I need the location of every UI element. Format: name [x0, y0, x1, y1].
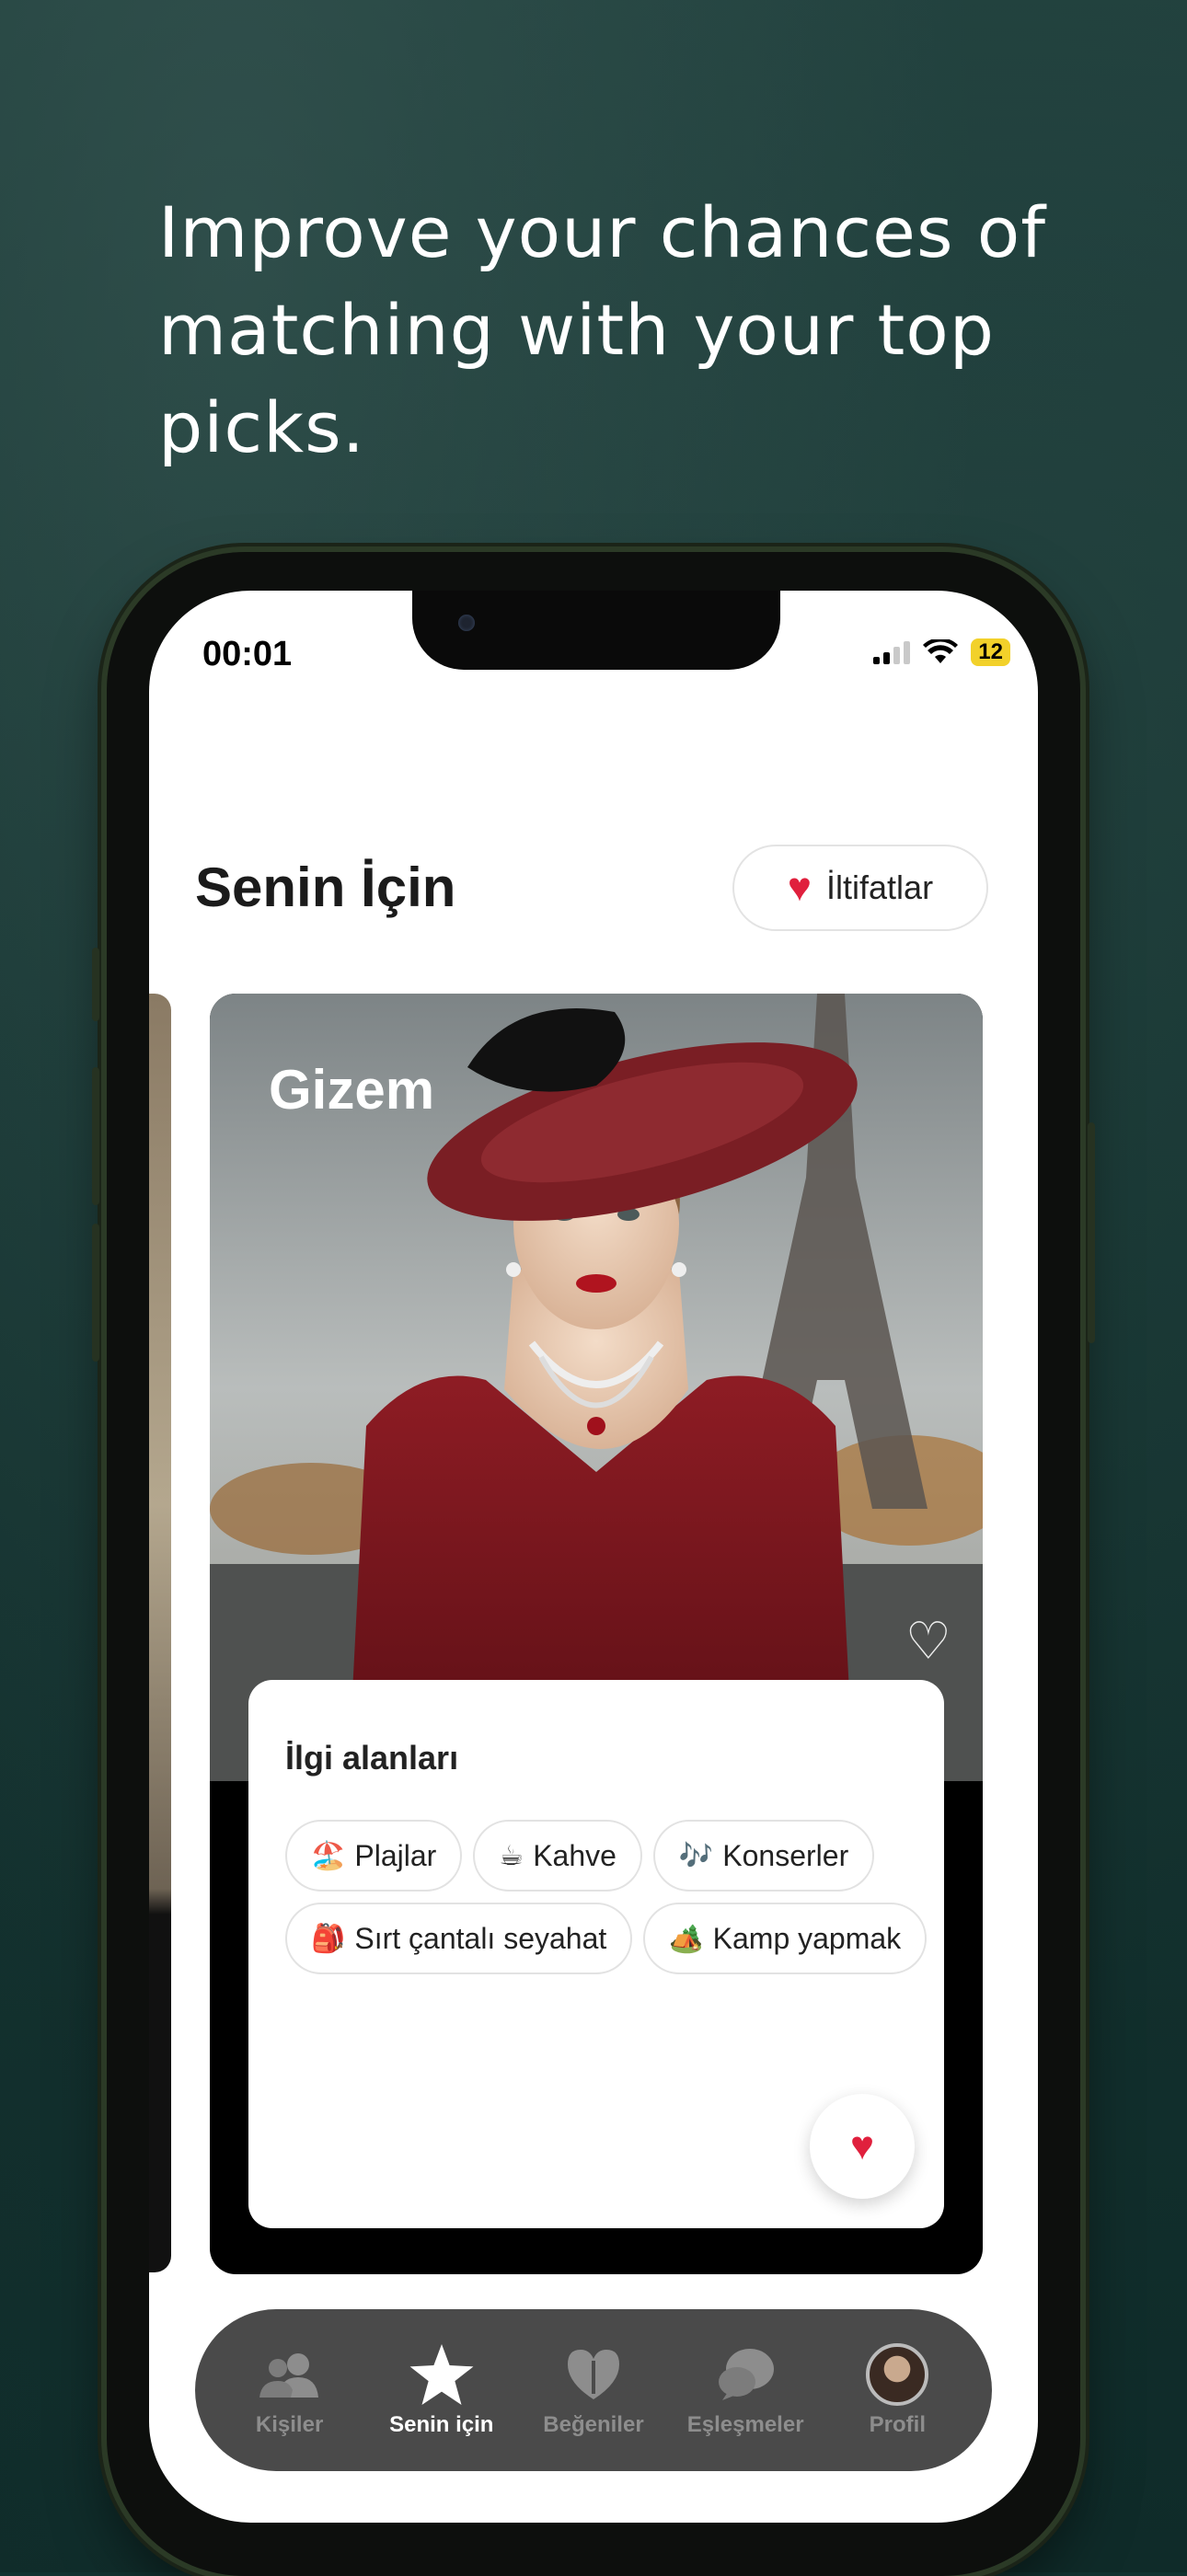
profile-name: Gizem: [269, 1059, 435, 1121]
backpack-icon: 🎒: [311, 1923, 346, 1954]
interests-title: İlgi alanları: [285, 1739, 459, 1777]
tab-for-you[interactable]: Senin için: [373, 2342, 511, 2438]
interests-list: 🏖️ Plajlar ☕ Kahve 🎶 Konserler 🎒 Sırt çantal…: [285, 1820, 929, 1974]
battery-indicator: 12: [971, 638, 1010, 666]
heart-shield-icon: [566, 2342, 621, 2407]
music-notes-icon: 🎶: [678, 1840, 714, 1871]
star-icon: [409, 2342, 474, 2407]
camera: [458, 615, 475, 631]
heart-icon: ♥: [849, 2123, 875, 2168]
tab-label: Beğeniler: [543, 2412, 644, 2437]
interest-label: Konserler: [722, 1838, 849, 1872]
silent-switch: [92, 948, 99, 1021]
interest-label: Kamp yapmak: [712, 1921, 902, 1955]
phone-frame: 00:01 12 Senin İçin ♥ İltifatlar Gizem ♡…: [92, 552, 1095, 2576]
compliments-label: İltifatlar: [826, 868, 934, 906]
interest-chip: 🎒 Sırt çantalı seyahat: [285, 1903, 633, 1974]
profile-card[interactable]: Gizem ♡ İlgi alanları 🏖️ Plajlar ☕ Kahve 🎶…: [210, 994, 983, 2274]
tab-label: Eşleşmeler: [686, 2412, 804, 2437]
chat-bubbles-icon: [715, 2342, 776, 2407]
volume-up-button: [92, 1067, 99, 1205]
interest-chip: 🎶 Konserler: [652, 1820, 875, 1892]
interest-chip: 🏖️ Plajlar: [285, 1820, 463, 1892]
tab-likes[interactable]: Beğeniler: [524, 2342, 663, 2438]
people-icon: [258, 2342, 322, 2407]
tab-label: Profil: [869, 2412, 927, 2437]
previous-profile-card[interactable]: [149, 994, 171, 2272]
compliments-button[interactable]: ♥ İltifatlar: [732, 845, 988, 931]
phone-screen: 00:01 12 Senin İçin ♥ İltifatlar Gizem ♡…: [149, 591, 1038, 2523]
avatar: [866, 2343, 929, 2406]
tab-matches[interactable]: Eşleşmeler: [676, 2342, 814, 2438]
interests-panel: İlgi alanları 🏖️ Plajlar ☕ Kahve 🎶 Konserle…: [248, 1680, 944, 2228]
beach-icon: 🏖️: [311, 1840, 346, 1871]
tab-label: Kişiler: [255, 2412, 324, 2437]
status-bar: 00:01 12: [149, 635, 1038, 690]
volume-down-button: [92, 1224, 99, 1362]
status-time: 00:01: [202, 635, 293, 673]
headline: Improve your chances of matching with yo…: [158, 191, 1046, 468]
send-compliment-button[interactable]: ♥: [810, 2094, 915, 2199]
interest-label: Kahve: [533, 1838, 617, 1872]
heart-icon: ♥: [787, 865, 812, 910]
page-title: Senin İçin: [195, 857, 456, 918]
wifi-icon: [923, 639, 959, 663]
power-button: [1088, 1122, 1095, 1343]
tab-bar: Kişiler Senin için Beğeniler Eşleşmeler: [195, 2309, 992, 2471]
tent-icon: 🏕️: [669, 1923, 704, 1954]
interest-label: Plajlar: [354, 1838, 437, 1872]
interest-label: Sırt çantalı seyahat: [354, 1921, 607, 1955]
tab-profile[interactable]: Profil: [828, 2342, 966, 2438]
coffee-icon: ☕: [499, 1840, 524, 1871]
tab-people[interactable]: Kişiler: [221, 2342, 359, 2438]
cellular-signal-icon: [873, 640, 911, 664]
tab-label: Senin için: [389, 2412, 494, 2437]
interest-chip: 🏕️ Kamp yapmak: [643, 1903, 928, 1974]
heart-outline-icon[interactable]: ♡: [905, 1616, 951, 1667]
interest-chip: ☕ Kahve: [473, 1820, 642, 1892]
